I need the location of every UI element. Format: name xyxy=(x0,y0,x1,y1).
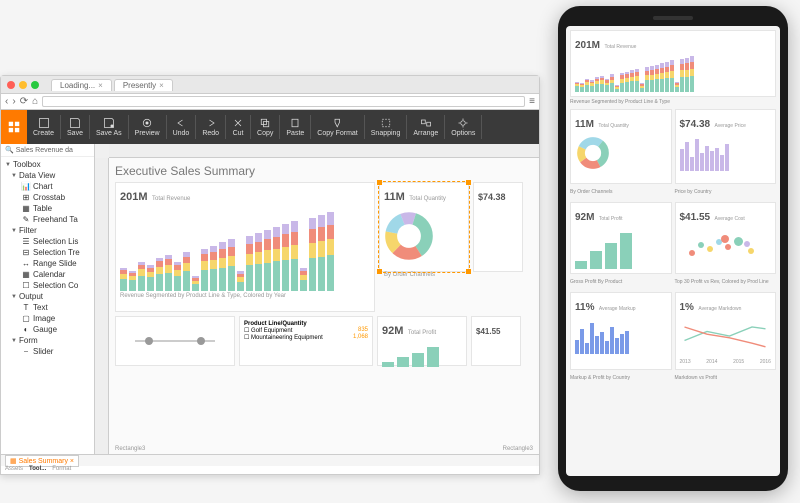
profit-card[interactable]: 92M Total Profit xyxy=(377,316,467,366)
p-caption: Revenue Segmented by Product Line & Type xyxy=(570,99,776,105)
footer-right: Rectangle3 xyxy=(503,446,533,452)
avgprice-card[interactable]: $74.38 xyxy=(473,182,523,272)
phone-mockup: 201M Total Revenue Revenue Segmented by … xyxy=(558,6,788,491)
p-markup-card[interactable]: 11% Average Markup xyxy=(570,292,672,370)
tree-chart[interactable]: 📊Chart xyxy=(3,181,92,192)
canvas[interactable]: Executive Sales Summary 201M Total Reven… xyxy=(95,144,539,454)
tree-toolbox[interactable]: ▼Toolbox xyxy=(3,159,92,170)
close-icon[interactable] xyxy=(7,81,15,89)
reload-icon[interactable]: ⟳ xyxy=(20,96,28,107)
redo-button[interactable]: Redo xyxy=(196,115,226,139)
revenue-card[interactable]: 201M Total Revenue Revenue Segmented by … xyxy=(115,182,375,312)
ruler-horizontal xyxy=(109,144,539,158)
menu-icon[interactable]: ≡ xyxy=(529,96,535,107)
p-scatter xyxy=(680,228,772,264)
donut-chart xyxy=(384,211,434,261)
phone-screen[interactable]: 201M Total Revenue Revenue Segmented by … xyxy=(566,26,780,476)
url-bar: ‹ › ⟳ ⌂ ≡ xyxy=(1,94,539,110)
preview-button[interactable]: Preview xyxy=(129,115,167,139)
p-avgprice-card[interactable]: $74.38 Average Price xyxy=(675,109,777,184)
p-profit-card[interactable]: 92M Total Profit xyxy=(570,202,672,274)
design-surface[interactable]: Executive Sales Summary 201M Total Reven… xyxy=(109,158,539,454)
quantity-card[interactable]: 11M Total Quantity By Order Channels xyxy=(379,182,469,272)
legend-card[interactable]: Product Line/Quantity ☐ Golf Equipment83… xyxy=(239,316,373,366)
maximize-icon[interactable] xyxy=(31,81,39,89)
tree-range[interactable]: ↔Range Slide xyxy=(3,258,92,269)
sidebar-tabs: Assets Tool... Format xyxy=(1,466,71,474)
tree-text[interactable]: TText xyxy=(3,302,92,313)
bottom-tabs: ▦ Sales Summary × xyxy=(1,454,539,466)
tree-output[interactable]: ▼Output xyxy=(3,291,92,302)
tree-dataview[interactable]: ▼Data View xyxy=(3,170,92,181)
tree-form[interactable]: ▼Form xyxy=(3,335,92,346)
undo-button[interactable]: Undo xyxy=(167,115,197,139)
tree-table[interactable]: ▦Table xyxy=(3,203,92,214)
tree-sel-tree[interactable]: ⊟Selection Tre xyxy=(3,247,92,258)
app-toolbar: Create Save Save As Preview Undo Redo Cu… xyxy=(1,110,539,144)
p-markdown-card[interactable]: 1% Average Markdown 2013201420152016 xyxy=(675,292,777,370)
tree-filter[interactable]: ▼Filter xyxy=(3,225,92,236)
p-revenue-card[interactable]: 201M Total Revenue xyxy=(570,30,776,97)
cut-button[interactable]: Cut xyxy=(226,115,251,139)
p-avgcost-card[interactable]: $41.55 Average Cost xyxy=(675,202,777,274)
phone-speaker xyxy=(653,16,693,20)
tree-sel-co[interactable]: ☐Selection Co xyxy=(3,280,92,291)
close-tab-icon[interactable]: × xyxy=(159,81,164,90)
page-title: Executive Sales Summary xyxy=(115,164,533,178)
p-price-bars xyxy=(680,135,772,171)
tree: ▼Toolbox ▼Data View 📊Chart ⊞Crosstab ▦Ta… xyxy=(1,157,94,359)
tab-format[interactable]: Format xyxy=(52,466,71,474)
tree-gauge[interactable]: ◐Gauge xyxy=(3,324,92,335)
tree-image[interactable]: ▢Image xyxy=(3,313,92,324)
arrange-button[interactable]: Arrange xyxy=(407,115,445,139)
p-waterfall xyxy=(575,229,667,269)
tab-tool[interactable]: Tool... xyxy=(29,466,46,474)
snapping-button[interactable]: Snapping xyxy=(365,115,408,139)
paste-button[interactable]: Paste xyxy=(280,115,311,139)
slider-card[interactable] xyxy=(115,316,235,366)
address-input[interactable] xyxy=(42,96,525,107)
tree-slider[interactable]: ⎯Slider xyxy=(3,346,92,357)
close-tab-icon[interactable]: × xyxy=(98,81,103,90)
tree-sel-list[interactable]: ☰Selection Lis xyxy=(3,236,92,247)
options-button[interactable]: Options xyxy=(445,115,482,139)
p-revenue-bars xyxy=(575,56,771,92)
revenue-bars xyxy=(120,211,370,291)
home-icon[interactable]: ⌂ xyxy=(32,96,38,107)
tree-freehand[interactable]: ✎Freehand Ta xyxy=(3,214,92,225)
copy-format-button[interactable]: Copy Format xyxy=(311,115,364,139)
save-as-button[interactable]: Save As xyxy=(90,115,129,139)
ruler-vertical xyxy=(95,158,109,454)
save-button[interactable]: Save xyxy=(61,115,90,139)
footer-left: Rectangle3 xyxy=(115,446,145,452)
titlebar: Loading...× Presently× xyxy=(1,76,539,94)
cost-card[interactable]: $41.55 xyxy=(471,316,521,366)
copy-button[interactable]: Copy xyxy=(251,115,280,139)
p-markup-bars xyxy=(575,318,667,354)
tree-calendar[interactable]: ▦Calendar xyxy=(3,269,92,280)
waterfall-chart xyxy=(382,343,462,367)
browser-tab[interactable]: Presently× xyxy=(114,79,173,91)
sheet-tab[interactable]: ▦ Sales Summary × xyxy=(5,455,79,467)
back-icon[interactable]: ‹ xyxy=(5,96,8,107)
create-button[interactable]: Create xyxy=(27,115,61,139)
forward-icon[interactable]: › xyxy=(12,96,15,107)
p-quantity-card[interactable]: 11M Total Quantity xyxy=(570,109,672,184)
app-logo-icon[interactable] xyxy=(1,110,27,144)
sidebar-header: 🔍Sales Revenue da xyxy=(1,144,94,157)
desktop-window: Loading...× Presently× ‹ › ⟳ ⌂ ≡ Create … xyxy=(0,75,540,475)
tab-assets[interactable]: Assets xyxy=(5,466,23,474)
p-line-chart xyxy=(680,318,770,354)
browser-tab[interactable]: Loading...× xyxy=(51,79,112,91)
p-donut xyxy=(575,135,611,171)
minimize-icon[interactable] xyxy=(19,81,27,89)
tree-crosstab[interactable]: ⊞Crosstab xyxy=(3,192,92,203)
sidebar: 🔍Sales Revenue da ▼Toolbox ▼Data View 📊C… xyxy=(1,144,95,454)
